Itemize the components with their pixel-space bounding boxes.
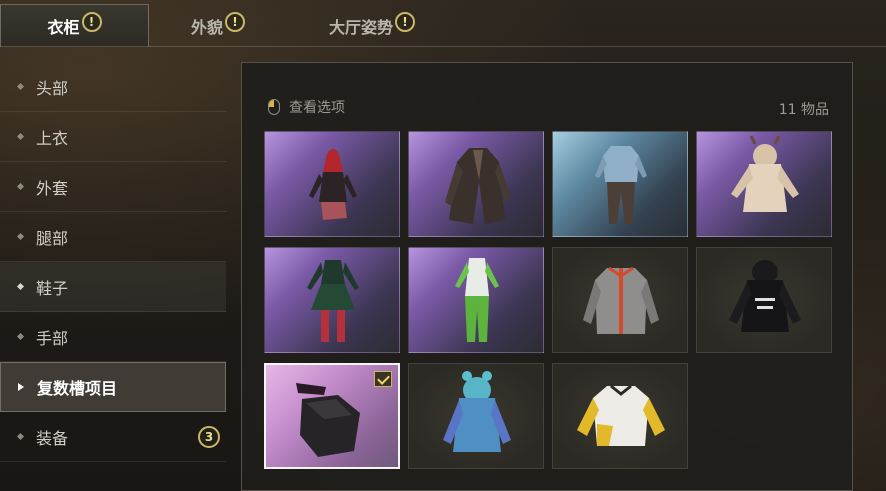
sidebar-item-outerwear[interactable]: 外套 — [0, 162, 226, 212]
sidebar-item-label: 复数槽项目 — [37, 379, 118, 398]
sidebar-item-label: 头部 — [36, 78, 69, 98]
black-hoodie-icon — [729, 260, 801, 332]
mouse-icon — [268, 99, 280, 115]
red-hooded-outfit-item[interactable] — [264, 131, 400, 237]
tab-lobby-pose[interactable]: 大厅姿势 ! — [312, 4, 432, 47]
tab-appearance[interactable]: 外貌 ! — [168, 4, 268, 47]
tab-lobby-pose-label: 大厅姿势 — [328, 17, 393, 37]
category-sidebar: 头部 上衣 外套 腿部 鞋子 手部 复数槽项目 装备 3 — [0, 62, 226, 462]
tab-wardrobe[interactable]: 衣柜 ! — [0, 4, 149, 47]
grey-red-jacket-icon — [583, 266, 659, 334]
tab-appearance-label: 外貌 — [190, 17, 223, 37]
yellow-white-jacket-icon — [577, 384, 665, 446]
view-options-button[interactable]: 查看选项 — [268, 97, 345, 117]
sidebar-item-label: 手部 — [36, 328, 69, 348]
bullet-icon — [16, 182, 25, 191]
tab-wardrobe-label: 衣柜 — [47, 18, 80, 37]
trench-coat-icon — [445, 148, 511, 224]
green-dress-icon — [307, 260, 359, 342]
sidebar-item-label: 装备 — [36, 428, 69, 448]
bullet-icon — [16, 82, 25, 91]
view-options-label: 查看选项 — [289, 100, 345, 116]
yellow-white-jacket-item[interactable] — [552, 363, 688, 469]
sidebar-item-label: 上衣 — [36, 128, 69, 148]
black-hoodie-item[interactable] — [696, 247, 832, 353]
white-green-suit-icon — [455, 258, 499, 342]
alert-icon: ! — [225, 11, 245, 32]
white-green-suit-item[interactable] — [408, 247, 544, 353]
sidebar-item-legs[interactable]: 腿部 — [0, 212, 226, 262]
bullet-icon — [16, 232, 25, 241]
top-tab-bar: 衣柜 ! 外貌 ! 大厅姿势 ! — [0, 0, 886, 48]
sidebar-item-top[interactable]: 上衣 — [0, 112, 226, 162]
sidebar-item-label: 腿部 — [36, 228, 69, 248]
sidebar-item-hands[interactable]: 手部 — [0, 312, 226, 362]
blue-ear-hoodie-icon — [443, 371, 511, 452]
sidebar-item-shoes[interactable]: 鞋子 — [0, 262, 226, 312]
denim-shirt-outfit-item[interactable] — [552, 131, 688, 237]
green-dress-outfit-item[interactable] — [264, 247, 400, 353]
bullet-icon — [16, 432, 25, 441]
sidebar-item-head[interactable]: 头部 — [0, 62, 226, 112]
equipped-check-icon — [374, 371, 392, 387]
denim-outfit-icon — [595, 146, 647, 224]
sidebar-item-label: 外套 — [36, 178, 69, 198]
bullet-icon — [16, 282, 25, 291]
sidebar-item-gear[interactable]: 装备 3 — [0, 412, 226, 462]
black-face-mask-item[interactable] — [264, 363, 400, 469]
bullet-icon — [16, 132, 25, 141]
red-hooded-outfit-icon — [309, 149, 357, 220]
reindeer-hoodie-item[interactable] — [696, 131, 832, 237]
alert-icon: ! — [81, 12, 102, 32]
leather-trench-coat-item[interactable] — [408, 131, 544, 237]
alert-icon: ! — [395, 11, 415, 32]
blue-ear-hoodie-item[interactable] — [408, 363, 544, 469]
item-count: 11 物品 — [778, 102, 829, 118]
sidebar-item-label: 鞋子 — [36, 278, 69, 298]
grey-red-jacket-item[interactable] — [552, 247, 688, 353]
tab-divider — [0, 46, 886, 47]
count-badge: 3 — [198, 426, 220, 448]
bullet-icon — [16, 332, 25, 341]
arrow-right-icon — [18, 383, 24, 391]
sidebar-item-multi-slot[interactable]: 复数槽项目 — [0, 362, 226, 412]
reindeer-hoodie-icon — [731, 135, 799, 212]
